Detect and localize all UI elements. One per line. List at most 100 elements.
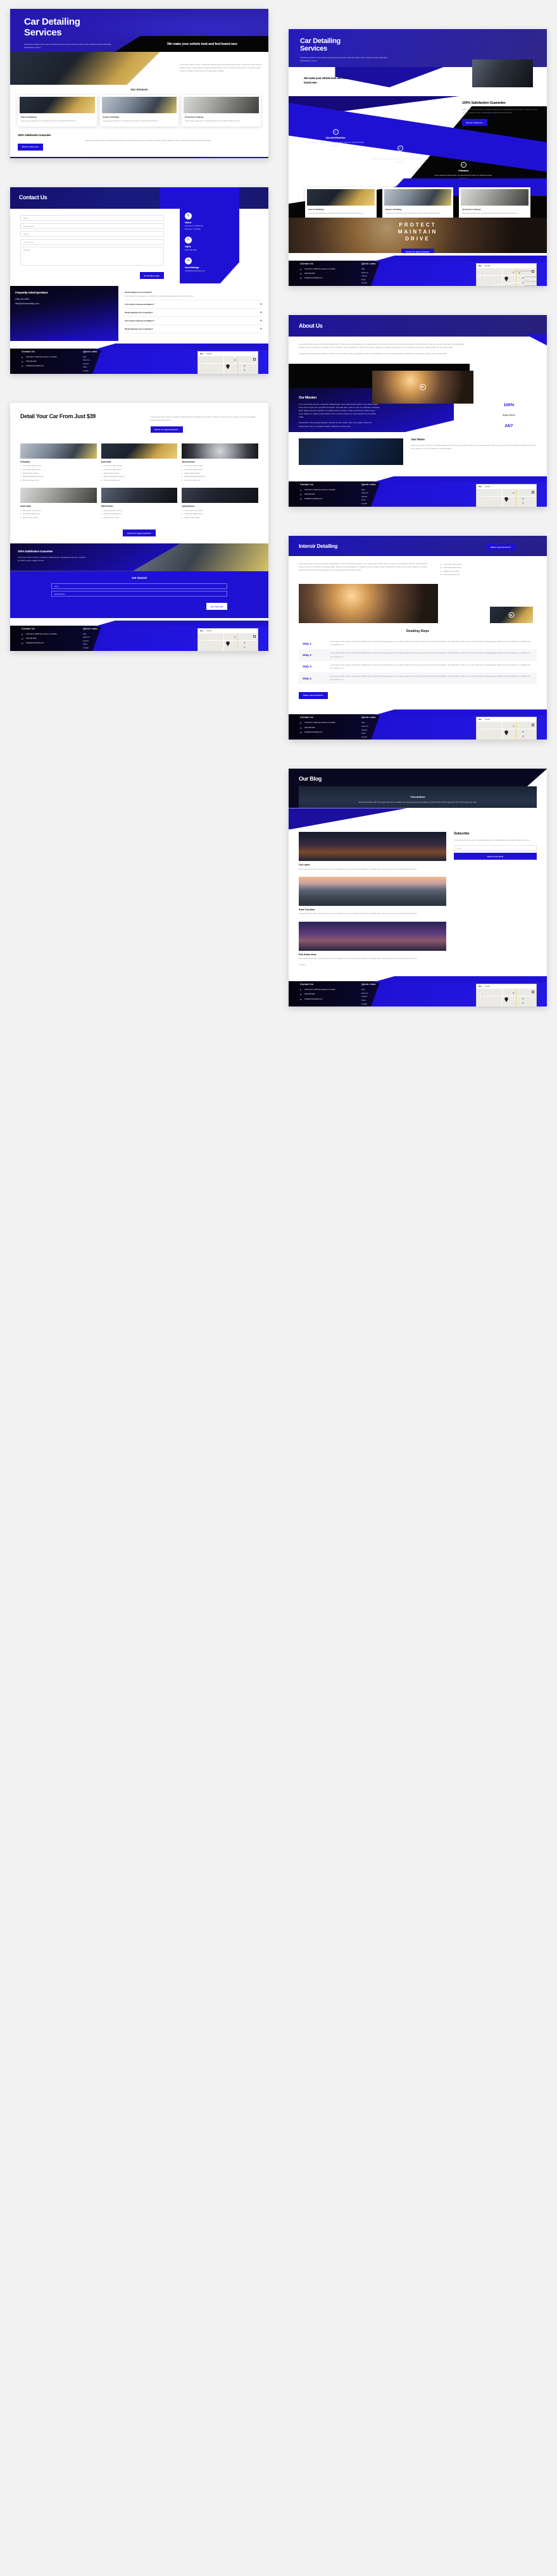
footer-phone[interactable]: (255) 352-6258 bbox=[304, 493, 315, 495]
mission-photo[interactable]: ▶ bbox=[372, 370, 473, 404]
footer-link-faq[interactable]: FAQ bbox=[83, 633, 116, 635]
footer-link-faq[interactable]: FAQ bbox=[361, 722, 394, 724]
footer-phone[interactable]: (255) 352-6258 bbox=[26, 638, 36, 640]
map-tab-map[interactable]: Map bbox=[479, 486, 482, 488]
map-fullscreen-icon[interactable] bbox=[253, 635, 256, 638]
footer-link-faq[interactable]: FAQ bbox=[361, 489, 394, 491]
email-input[interactable]: Email Address bbox=[20, 223, 165, 229]
map-tab-map[interactable]: Map bbox=[200, 353, 203, 355]
map-tab-map[interactable]: Map bbox=[479, 719, 482, 721]
footer-link-contact[interactable]: Contact bbox=[361, 736, 394, 738]
footer-link-faq[interactable]: FAQ bbox=[83, 356, 116, 358]
interior-video-thumb[interactable]: ▶ bbox=[490, 606, 533, 623]
faq-item[interactable]: Morbi aliquam nisi venenatis? ✛ bbox=[125, 325, 262, 333]
faq-phone[interactable]: (255) 352-6258 bbox=[15, 298, 113, 300]
footer-link-contact[interactable]: Contact bbox=[83, 647, 116, 649]
service-card[interactable]: Interior Detailing Fusce posuere massa l… bbox=[305, 187, 377, 218]
footer-phone[interactable]: (255) 352-6258 bbox=[304, 993, 315, 995]
map-tab-map[interactable]: Map bbox=[479, 986, 482, 988]
map-fullscreen-icon[interactable] bbox=[253, 357, 256, 361]
blog-post[interactable]: Road Trip Ideas Sed porttitor lectus nib… bbox=[299, 877, 447, 916]
packages-book-button[interactable]: Book An Appointment bbox=[123, 529, 156, 536]
map-tab-satellite[interactable]: Satellite bbox=[485, 486, 491, 488]
package-card[interactable]: Full Detailing ▪ Lorem ipsum dolor sit am… bbox=[20, 443, 97, 483]
map-fullscreen-icon[interactable] bbox=[532, 490, 534, 493]
make-appointment-button[interactable]: Make Appointment bbox=[486, 543, 515, 551]
footer-link-press[interactable]: Press bbox=[361, 499, 394, 501]
footer-email[interactable]: hello@divicardetailing.com bbox=[304, 277, 322, 279]
faq-item[interactable]: Morbi aliquam nisi venenatis? ✛ bbox=[125, 309, 262, 317]
page-preview-home-right[interactable]: Car Detailing Services Vestibulum ac dia… bbox=[289, 29, 547, 286]
footer-link-press[interactable]: Press bbox=[361, 1000, 394, 1001]
subscribe-email-input[interactable]: Email bbox=[454, 845, 537, 851]
map-tab-map[interactable]: Map bbox=[200, 630, 203, 632]
blog-post[interactable]: City Lights Sed porttitor lectus nibh. P… bbox=[299, 832, 447, 871]
faq-email[interactable]: hello@divicardetailing.com bbox=[15, 302, 113, 305]
footer-link-careers[interactable]: Careers bbox=[83, 640, 116, 642]
page-preview-home-left[interactable]: Car Detailing Services Vestibulum ac dia… bbox=[10, 9, 268, 158]
footer-map[interactable]: MapSatellite + − Map data ©2019 Google bbox=[476, 984, 537, 1007]
footer-link-faq[interactable]: FAQ bbox=[361, 989, 394, 991]
play-icon[interactable]: ▶ bbox=[508, 612, 515, 618]
name-input[interactable]: Name bbox=[20, 215, 165, 221]
faq-item[interactable]: Orci varius natoque penatibus? ✛ bbox=[125, 317, 262, 325]
footer-link-press[interactable]: Press bbox=[361, 733, 394, 734]
page-preview-pricing[interactable]: Detail Your Car From Just $39 Lorem ipsu… bbox=[10, 402, 268, 651]
page-preview-interior-detailing[interactable]: Interoir Detailing Make Appointment Lore… bbox=[289, 535, 547, 740]
map-tab-satellite[interactable]: Satellite bbox=[485, 986, 491, 988]
footer-link-about[interactable]: About Us bbox=[83, 359, 116, 361]
footer-link-faq[interactable]: FAQ bbox=[361, 268, 394, 270]
footer-link-careers[interactable]: Careers bbox=[361, 996, 394, 998]
footer-map[interactable]: MapSatellite + − Map data ©2019 Google bbox=[476, 717, 537, 740]
map-zoom-out-button[interactable]: − bbox=[479, 494, 482, 499]
page-preview-contact[interactable]: Contact Us Name Email Address Subject Yo… bbox=[10, 187, 268, 374]
footer-link-press[interactable]: Press bbox=[83, 366, 116, 368]
blog-post[interactable]: Real Estate Ideas Sed porttitor lectus n… bbox=[299, 921, 447, 961]
map-fullscreen-icon[interactable] bbox=[532, 724, 534, 727]
footer-email[interactable]: hello@divicardetailing.com bbox=[304, 498, 322, 500]
get-started-email-input[interactable]: Email Address bbox=[51, 591, 228, 597]
map-tab-satellite[interactable]: Satellite bbox=[485, 265, 491, 267]
footer-link-contact[interactable]: Contact bbox=[361, 1003, 394, 1005]
package-card[interactable]: Lighting Restore ▪ Lorem ipsum dolor sit … bbox=[182, 488, 259, 520]
featured-post-image[interactable]: From Up Above Sed porttitor lectus nibh.… bbox=[299, 786, 537, 808]
guarantee-book-button[interactable]: Book A Service bbox=[462, 119, 487, 127]
map-tab-map[interactable]: Map bbox=[479, 265, 482, 267]
service-card[interactable]: Protection Coatings Fusce posuere massa … bbox=[182, 95, 261, 127]
package-card[interactable]: Exterior Detail ▪ Lorem ipsum dolor sit a… bbox=[20, 488, 97, 520]
map-tab-satellite[interactable]: Satellite bbox=[206, 353, 212, 355]
pricing-book-button[interactable]: Book An Appointment bbox=[150, 426, 183, 433]
footer-link-press[interactable]: Press bbox=[361, 279, 394, 281]
map-zoom-out-button[interactable]: − bbox=[479, 274, 482, 278]
cta-book-appointment-button[interactable]: Book An Appointment bbox=[401, 249, 434, 253]
service-card[interactable]: Exterior Detailing Fusce posuere massa l… bbox=[382, 187, 454, 218]
map-tab-satellite[interactable]: Satellite bbox=[206, 630, 212, 632]
map-fullscreen-icon[interactable] bbox=[532, 270, 534, 273]
footer-email[interactable]: hello@divicardetailing.com bbox=[26, 365, 44, 367]
map-tab-satellite[interactable]: Satellite bbox=[485, 719, 491, 721]
footer-email[interactable]: hello@divicardetailing.com bbox=[304, 731, 322, 733]
faq-item[interactable]: Orci varius natoque penatibus? ✛ bbox=[125, 300, 262, 309]
page-preview-blog[interactable]: Our Blog From Up Above Sed porttitor lec… bbox=[289, 769, 547, 1007]
footer-link-about[interactable]: About Us bbox=[361, 993, 394, 994]
guarantee-book-button[interactable]: Book A Service bbox=[18, 143, 43, 151]
footer-link-careers[interactable]: Careers bbox=[361, 275, 394, 277]
send-message-button[interactable]: Send Message bbox=[139, 272, 165, 279]
footer-map[interactable]: MapSatellite + − Map data ©2019 Google bbox=[197, 628, 258, 651]
footer-link-about[interactable]: About Us bbox=[361, 492, 394, 494]
footer-link-careers[interactable]: Careers bbox=[361, 496, 394, 498]
footer-link-about[interactable]: About Us bbox=[83, 636, 116, 638]
service-card[interactable]: Exterior Detailing Fusce posuere massa l… bbox=[99, 95, 179, 127]
package-card[interactable]: Wheel Protection ▪ Lorem ipsum dolor sit … bbox=[182, 443, 259, 483]
footer-email[interactable]: hello@divicardetailing.com bbox=[26, 642, 44, 644]
package-card[interactable]: Paint Protection ▪ Lorem ipsum dolor sit … bbox=[101, 488, 178, 520]
footer-phone[interactable]: (255) 352-6258 bbox=[304, 727, 315, 729]
get-started-submit-button[interactable]: Get Started bbox=[206, 603, 228, 610]
footer-link-contact[interactable]: Contact bbox=[361, 282, 394, 284]
subscribe-now-button[interactable]: Subscribe Now bbox=[454, 853, 537, 860]
package-card[interactable]: Interior Detail ▪ Lorem ipsum dolor sit a… bbox=[101, 443, 178, 483]
map-fullscreen-icon[interactable] bbox=[532, 991, 534, 994]
service-card[interactable]: Protection Coatings Fusce posuere massa … bbox=[459, 187, 531, 218]
play-icon[interactable]: ▶ bbox=[420, 383, 426, 390]
map-zoom-out-button[interactable]: − bbox=[479, 994, 482, 999]
